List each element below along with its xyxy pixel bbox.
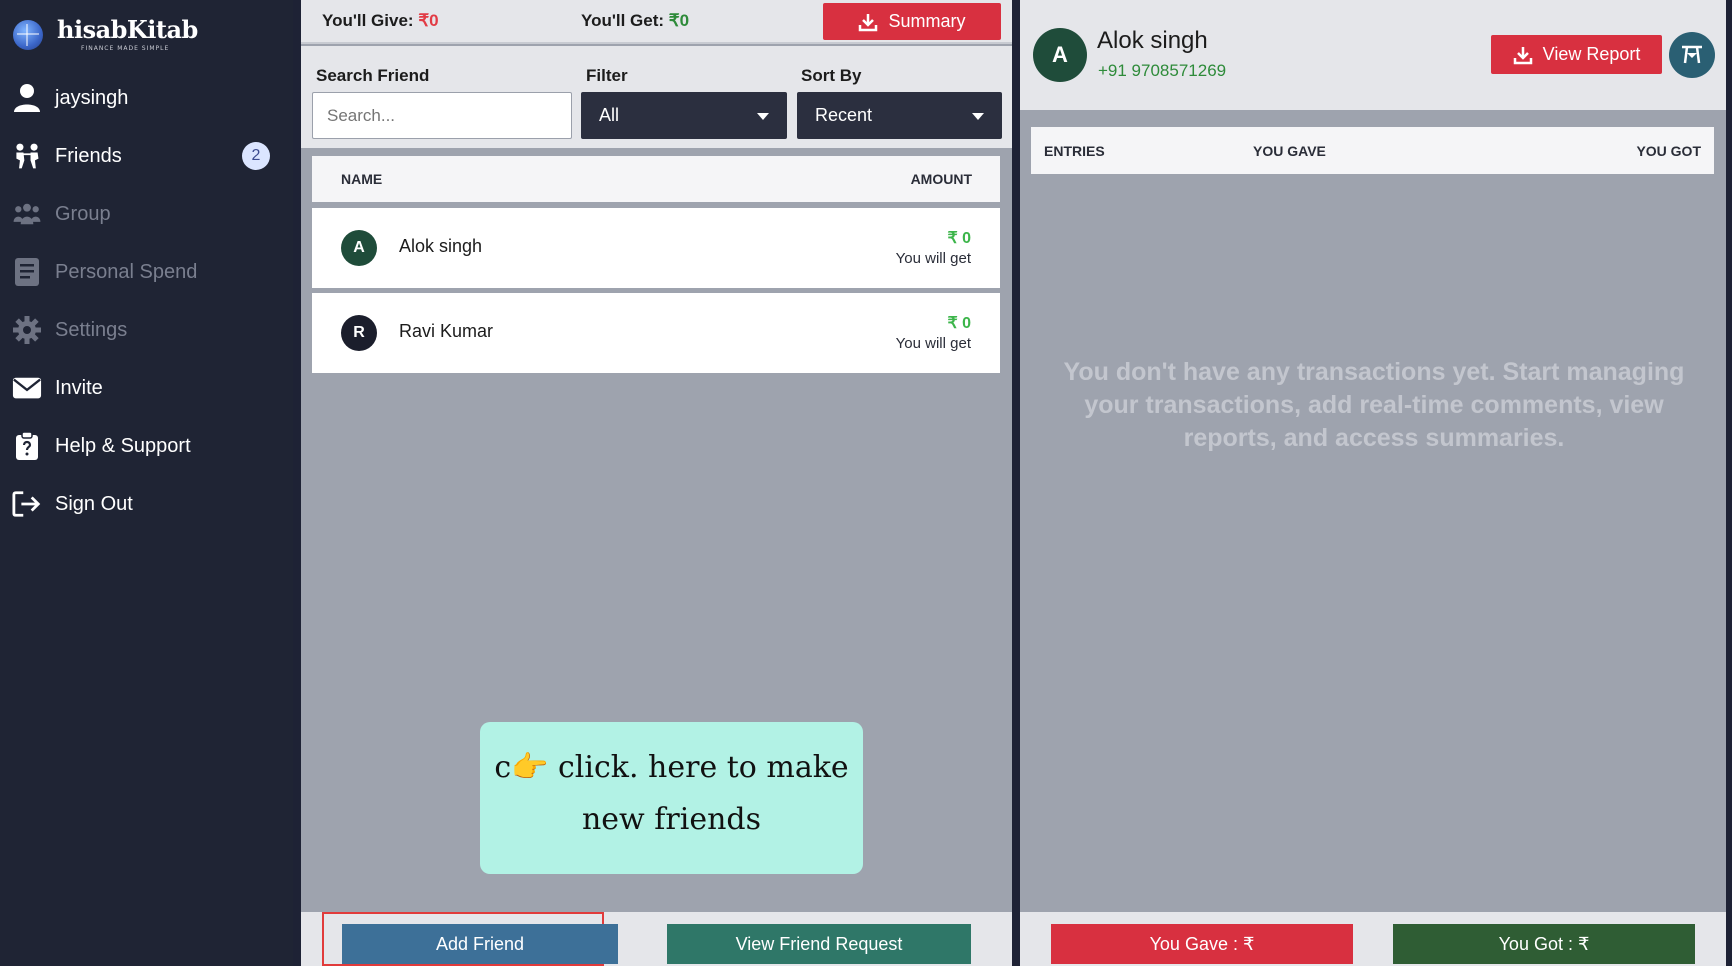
friend-amount: ₹ 0 [947,230,971,247]
you-will-give: You'll Give: ₹0 [322,11,439,31]
filter-select[interactable]: All [581,92,787,139]
add-friend-hint-tooltip: c👉 click. here to make new friends [480,722,863,874]
sign-out-icon [12,489,42,519]
sidebar-item-label: jaysingh [55,86,129,109]
sidebar-item-invite[interactable]: Invite [12,370,270,406]
avatar: A [341,230,377,266]
globe-logo-icon [13,20,43,50]
sidebar-item-label: Group [55,202,111,225]
friend-name: Alok singh [1097,27,1208,54]
download-icon [858,12,878,32]
list-item[interactable]: A Alok singh ₹ 0 You will get [312,208,1000,288]
caret-down-icon [972,113,984,120]
sidebar-item-help-support[interactable]: Help & Support [12,428,270,464]
header-amount: AMOUNT [910,171,972,187]
view-report-button[interactable]: View Report [1491,35,1662,74]
notebook-icon [12,257,42,287]
sidebar-item-label: Settings [55,318,128,341]
get-label: You'll Get: [581,11,665,30]
header-name: NAME [341,171,383,187]
friend-phone: +91 9708571269 [1098,61,1227,80]
sidebar-item-sign-out[interactable]: Sign Out [12,486,270,522]
you-got-button[interactable]: You Got : ₹ [1393,924,1695,964]
sidebar-item-label: Invite [55,376,103,399]
view-report-label: View Report [1542,44,1641,64]
sidebar: hisabKitab FINANCE MADE SIMPLE jaysingh … [0,0,293,966]
friend-detail-panel: A Alok singh +91 9708571269 View Report … [1020,0,1726,966]
sidebar-item-label: Personal Spend [55,260,198,283]
balance-summary-bar: You'll Give: ₹0 You'll Get: ₹0 Summary [301,0,1012,44]
avatar: A [1033,28,1087,82]
avatar: R [341,315,377,351]
get-value: ₹0 [668,11,690,30]
give-label: You'll Give: [322,11,414,30]
friend-detail-header: A Alok singh +91 9708571269 View Report [1020,0,1726,110]
sort-select-value: Recent [815,105,873,125]
friends-icon [12,141,42,171]
list-item[interactable]: R Ravi Kumar ₹ 0 You will get [312,293,1000,373]
sidebar-item-personal-spend[interactable]: Personal Spend [12,254,270,290]
search-label: Search Friend [316,66,430,85]
you-will-get: You'll Get: ₹0 [581,11,689,31]
summary-button[interactable]: Summary [823,3,1001,40]
friends-list-header: NAME AMOUNT [312,156,1000,202]
tooltip-line-1: c👉 click. here to make [494,750,849,785]
search-input[interactable] [312,92,572,139]
envelope-icon [12,373,42,403]
caret-down-icon [757,113,769,120]
header-entries: ENTRIES [1044,143,1105,159]
sidebar-item-label: Help & Support [55,434,191,457]
sidebar-item-settings[interactable]: Settings [12,312,270,348]
sort-label: Sort By [801,66,862,85]
friend-balance-note: You will get [895,250,971,267]
friends-panel: You'll Give: ₹0 You'll Get: ₹0 Summary S… [301,0,1012,966]
friends-count-badge: 2 [242,142,270,170]
add-friend-button[interactable]: Add Friend [342,924,618,964]
download-icon [1513,45,1533,65]
sidebar-item-profile[interactable]: jaysingh [12,80,270,116]
sidebar-item-label: Sign Out [55,492,133,515]
filter-select-value: All [599,105,620,125]
tooltip-line-2: new friends [581,802,761,837]
logo-name: hisabKitab [57,15,198,44]
reminder-icon[interactable] [1669,32,1715,78]
summary-button-label: Summary [888,11,966,31]
sidebar-item-label: Friends [55,144,122,167]
friend-name: Ravi Kumar [399,321,494,341]
group-icon [12,199,42,229]
gear-icon [12,315,42,345]
friends-actions-bar: Add Friend View Friend Request [301,912,1012,966]
transaction-actions-bar: You Gave : ₹ You Got : ₹ [1020,912,1726,966]
sidebar-item-friends[interactable]: Friends 2 [12,138,270,174]
help-clipboard-icon [12,431,42,461]
user-icon [12,83,42,113]
logo-tagline: FINANCE MADE SIMPLE [81,45,170,52]
app-logo[interactable]: hisabKitab FINANCE MADE SIMPLE [13,18,198,52]
friend-balance-note: You will get [895,335,971,352]
friend-name: Alok singh [399,236,483,256]
friend-filters: Search Friend Filter Sort By All Recent [301,46,1012,148]
sidebar-item-group[interactable]: Group [12,196,270,232]
transactions-header: ENTRIES YOU GAVE YOU GOT [1031,127,1714,174]
header-you-gave: YOU GAVE [1253,143,1326,159]
give-value: ₹0 [418,11,439,30]
friend-amount: ₹ 0 [947,315,971,332]
header-you-got: YOU GOT [1636,143,1701,159]
you-gave-button[interactable]: You Gave : ₹ [1051,924,1353,964]
filter-label: Filter [586,66,628,85]
empty-transactions-message: You don't have any transactions yet. Sta… [1063,358,1685,452]
view-friend-request-button[interactable]: View Friend Request [667,924,971,964]
sort-select[interactable]: Recent [797,92,1002,139]
